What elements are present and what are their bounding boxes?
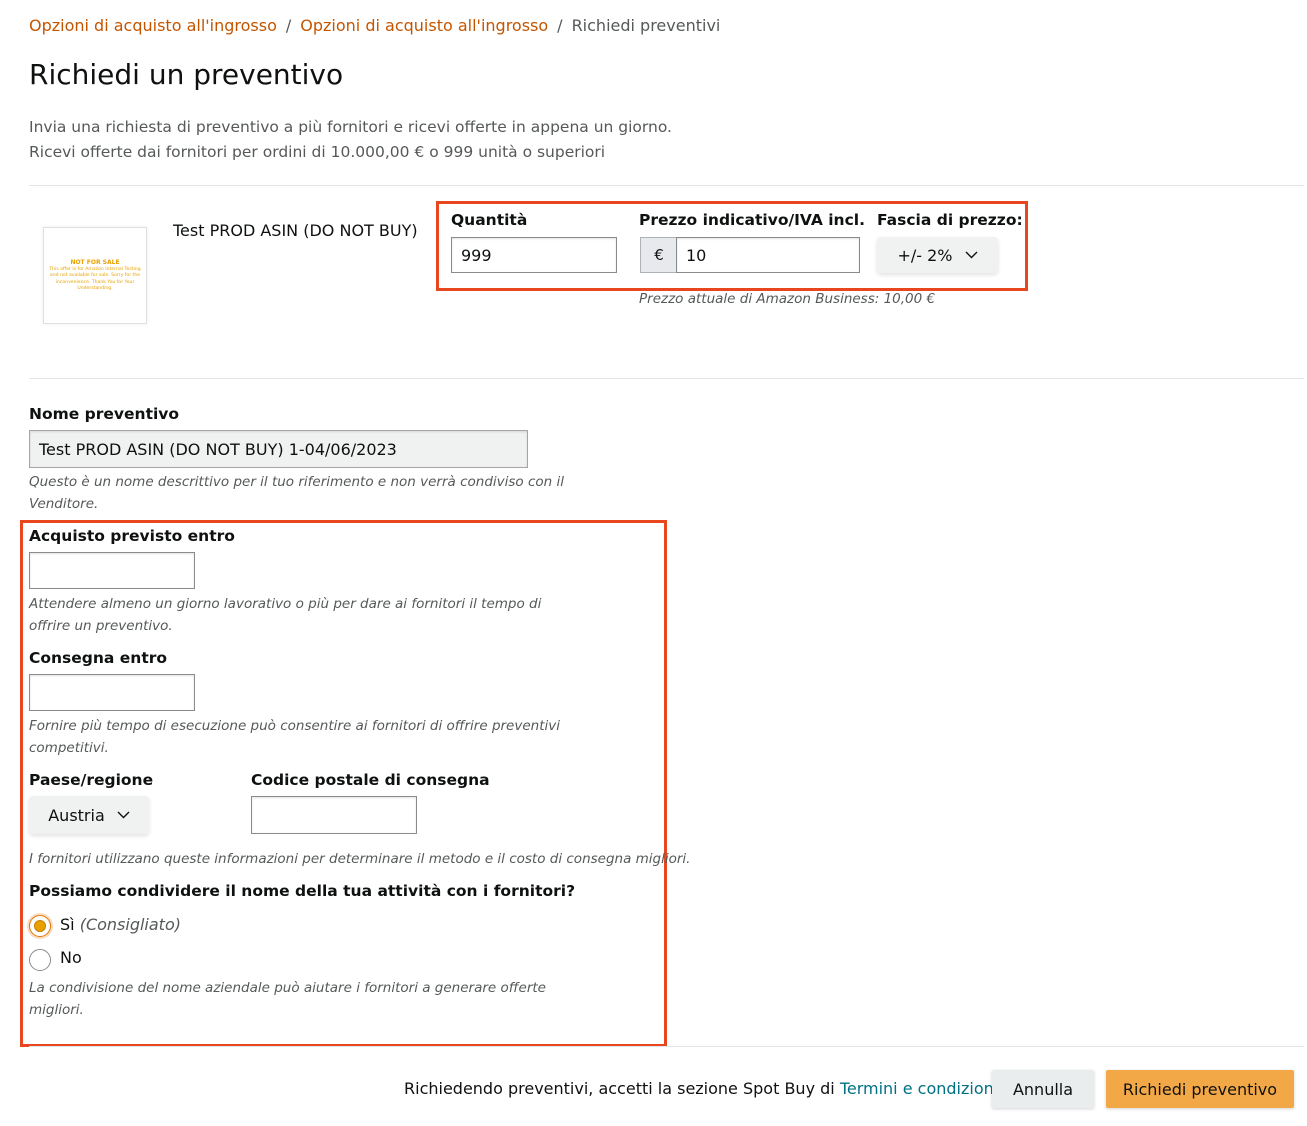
shipping-hint: I fornitori utilizzano queste informazio… bbox=[29, 851, 691, 867]
divider bbox=[29, 185, 1304, 186]
delivery-by-hint: Fornire più tempo di esecuzione può cons… bbox=[29, 715, 560, 759]
radio-share-yes-label[interactable]: Sì (Consigliato) bbox=[60, 915, 181, 934]
purchase-by-hint: Attendere almeno un giorno lavorativo o … bbox=[29, 593, 541, 637]
share-business-question: Possiamo condividere il nome della tua a… bbox=[29, 882, 576, 900]
intro-text: Invia una richiesta di preventivo a più … bbox=[29, 115, 672, 165]
hint-line: La condivisione del nome aziendale può a… bbox=[29, 980, 546, 996]
hint-line: migliori. bbox=[29, 1002, 84, 1018]
delivery-by-label: Consegna entro bbox=[29, 649, 168, 667]
currency-prefix: € bbox=[640, 237, 677, 273]
submit-quote-button[interactable]: Richiedi preventivo bbox=[1106, 1070, 1294, 1108]
current-price-note: Prezzo attuale di Amazon Business: 10,00… bbox=[639, 291, 936, 307]
intro-line: Invia una richiesta di preventivo a più … bbox=[29, 118, 672, 136]
option-yes-text: Sì bbox=[60, 915, 75, 934]
quote-name-label: Nome preventivo bbox=[29, 405, 180, 423]
purchase-by-label: Acquisto previsto entro bbox=[29, 527, 235, 545]
page-title: Richiedi un preventivo bbox=[29, 58, 344, 91]
radio-share-yes[interactable] bbox=[29, 915, 51, 937]
price-range-value: +/- 2% bbox=[897, 245, 953, 265]
hint-line: Questo è un nome descrittivo per il tuo … bbox=[29, 474, 564, 490]
thumbnail-text: This offer is for Amazon Internal Testin… bbox=[49, 266, 141, 292]
price-input[interactable]: 10 bbox=[676, 237, 860, 273]
radio-share-no[interactable] bbox=[29, 949, 51, 971]
share-business-hint: La condivisione del nome aziendale può a… bbox=[29, 977, 546, 1021]
breadcrumb-link-bulk-options-2[interactable]: Opzioni di acquisto all'ingrosso bbox=[300, 16, 548, 35]
breadcrumb-link-bulk-options[interactable]: Opzioni di acquisto all'ingrosso bbox=[29, 16, 277, 35]
hint-line: offrire un preventivo. bbox=[29, 618, 173, 634]
price-range-label: Fascia di prezzo: bbox=[877, 211, 1023, 229]
purchase-by-date-input[interactable] bbox=[29, 552, 195, 589]
chevron-down-icon bbox=[117, 811, 130, 819]
breadcrumb-separator: / bbox=[285, 16, 292, 35]
divider bbox=[29, 378, 1304, 379]
quantity-label: Quantità bbox=[451, 211, 528, 229]
terms-link[interactable]: Termini e condizioni bbox=[840, 1079, 998, 1098]
hint-line: Attendere almeno un giorno lavorativo o … bbox=[29, 596, 542, 612]
price-range-dropdown[interactable]: +/- 2% bbox=[877, 237, 998, 273]
product-thumbnail: NOT FOR SALE This offer is for Amazon In… bbox=[43, 227, 147, 324]
chevron-down-icon bbox=[965, 251, 978, 259]
hint-line: Venditore. bbox=[29, 496, 99, 512]
radio-share-no-label[interactable]: No bbox=[60, 948, 82, 967]
terms-text: Richiedendo preventivi, accetti la sezio… bbox=[404, 1079, 998, 1098]
country-dropdown[interactable]: Austria bbox=[29, 796, 149, 834]
postal-code-label: Codice postale di consegna bbox=[251, 771, 490, 789]
radio-selected-dot bbox=[34, 920, 46, 932]
option-yes-note: (Consigliato) bbox=[79, 915, 181, 934]
country-label: Paese/regione bbox=[29, 771, 154, 789]
quote-name-input[interactable]: Test PROD ASIN (DO NOT BUY) 1-04/06/2023 bbox=[29, 430, 528, 468]
quantity-input[interactable]: 999 bbox=[451, 237, 617, 273]
product-name: Test PROD ASIN (DO NOT BUY) bbox=[173, 221, 418, 240]
hint-line: Fornire più tempo di esecuzione può cons… bbox=[29, 718, 561, 734]
postal-code-input[interactable] bbox=[251, 796, 417, 834]
breadcrumb-current: Richiedi preventivi bbox=[571, 16, 721, 35]
breadcrumb: Opzioni di acquisto all'ingrosso / Opzioni… bbox=[29, 16, 720, 35]
quote-name-hint: Questo è un nome descrittivo per il tuo … bbox=[29, 471, 564, 515]
terms-prefix: Richiedendo preventivi, accetti la sezio… bbox=[404, 1079, 835, 1098]
delivery-by-date-input[interactable] bbox=[29, 674, 195, 711]
hint-line: competitivi. bbox=[29, 740, 109, 756]
divider bbox=[29, 1046, 1304, 1047]
intro-line: Ricevi offerte dai fornitori per ordini … bbox=[29, 143, 606, 161]
thumbnail-title: NOT FOR SALE bbox=[70, 258, 120, 266]
country-value: Austria bbox=[48, 805, 105, 825]
breadcrumb-separator: / bbox=[557, 16, 563, 35]
cancel-button[interactable]: Annulla bbox=[992, 1070, 1094, 1108]
price-label: Prezzo indicativo/IVA incl. bbox=[639, 211, 865, 229]
